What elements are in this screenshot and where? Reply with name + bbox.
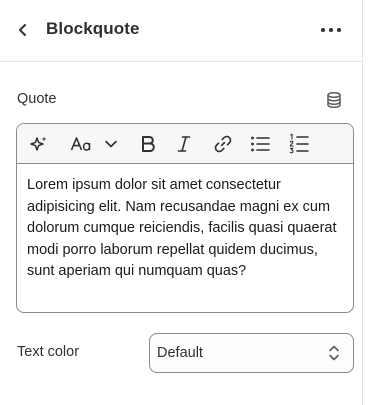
chevron-down-icon — [105, 140, 117, 148]
settings-panel: Blockquote Quote Lorem ipsum dolor sit a… — [0, 0, 362, 405]
numbered-list-button[interactable] — [287, 132, 311, 156]
panel-header: Blockquote — [0, 0, 362, 62]
quote-label: Quote — [17, 91, 57, 107]
text-color-select[interactable]: Default — [149, 333, 354, 373]
panel-divider — [362, 0, 363, 405]
horizontal-dots-icon — [321, 28, 341, 32]
page-title: Blockquote — [46, 19, 140, 38]
link-button[interactable] — [211, 132, 235, 156]
link-icon — [214, 135, 232, 153]
text-style-dropdown[interactable] — [67, 132, 121, 156]
bullet-list-icon — [251, 136, 270, 152]
bullet-list-button[interactable] — [248, 132, 272, 156]
more-actions-button[interactable] — [316, 16, 346, 44]
chevron-left-icon — [19, 24, 26, 36]
select-chevron-icon — [329, 345, 339, 361]
bold-icon — [142, 136, 155, 152]
ai-generate-button[interactable] — [27, 132, 51, 156]
sparkle-icon — [30, 136, 47, 151]
italic-button[interactable] — [174, 132, 194, 156]
text-color-value: Default — [157, 345, 203, 361]
dynamic-source-button[interactable] — [324, 90, 344, 110]
back-button[interactable] — [10, 17, 36, 43]
database-icon — [327, 91, 341, 109]
text-style-icon — [70, 137, 91, 151]
italic-icon — [177, 136, 191, 152]
editor-toolbar — [17, 124, 353, 164]
numbered-list-icon — [289, 133, 309, 154]
quote-rich-text-editor[interactable]: Lorem ipsum dolor sit amet consectetur a… — [16, 123, 354, 313]
bold-button[interactable] — [137, 132, 159, 156]
text-color-label: Text color — [17, 344, 80, 360]
quote-text[interactable]: Lorem ipsum dolor sit amet consectetur a… — [27, 175, 345, 283]
